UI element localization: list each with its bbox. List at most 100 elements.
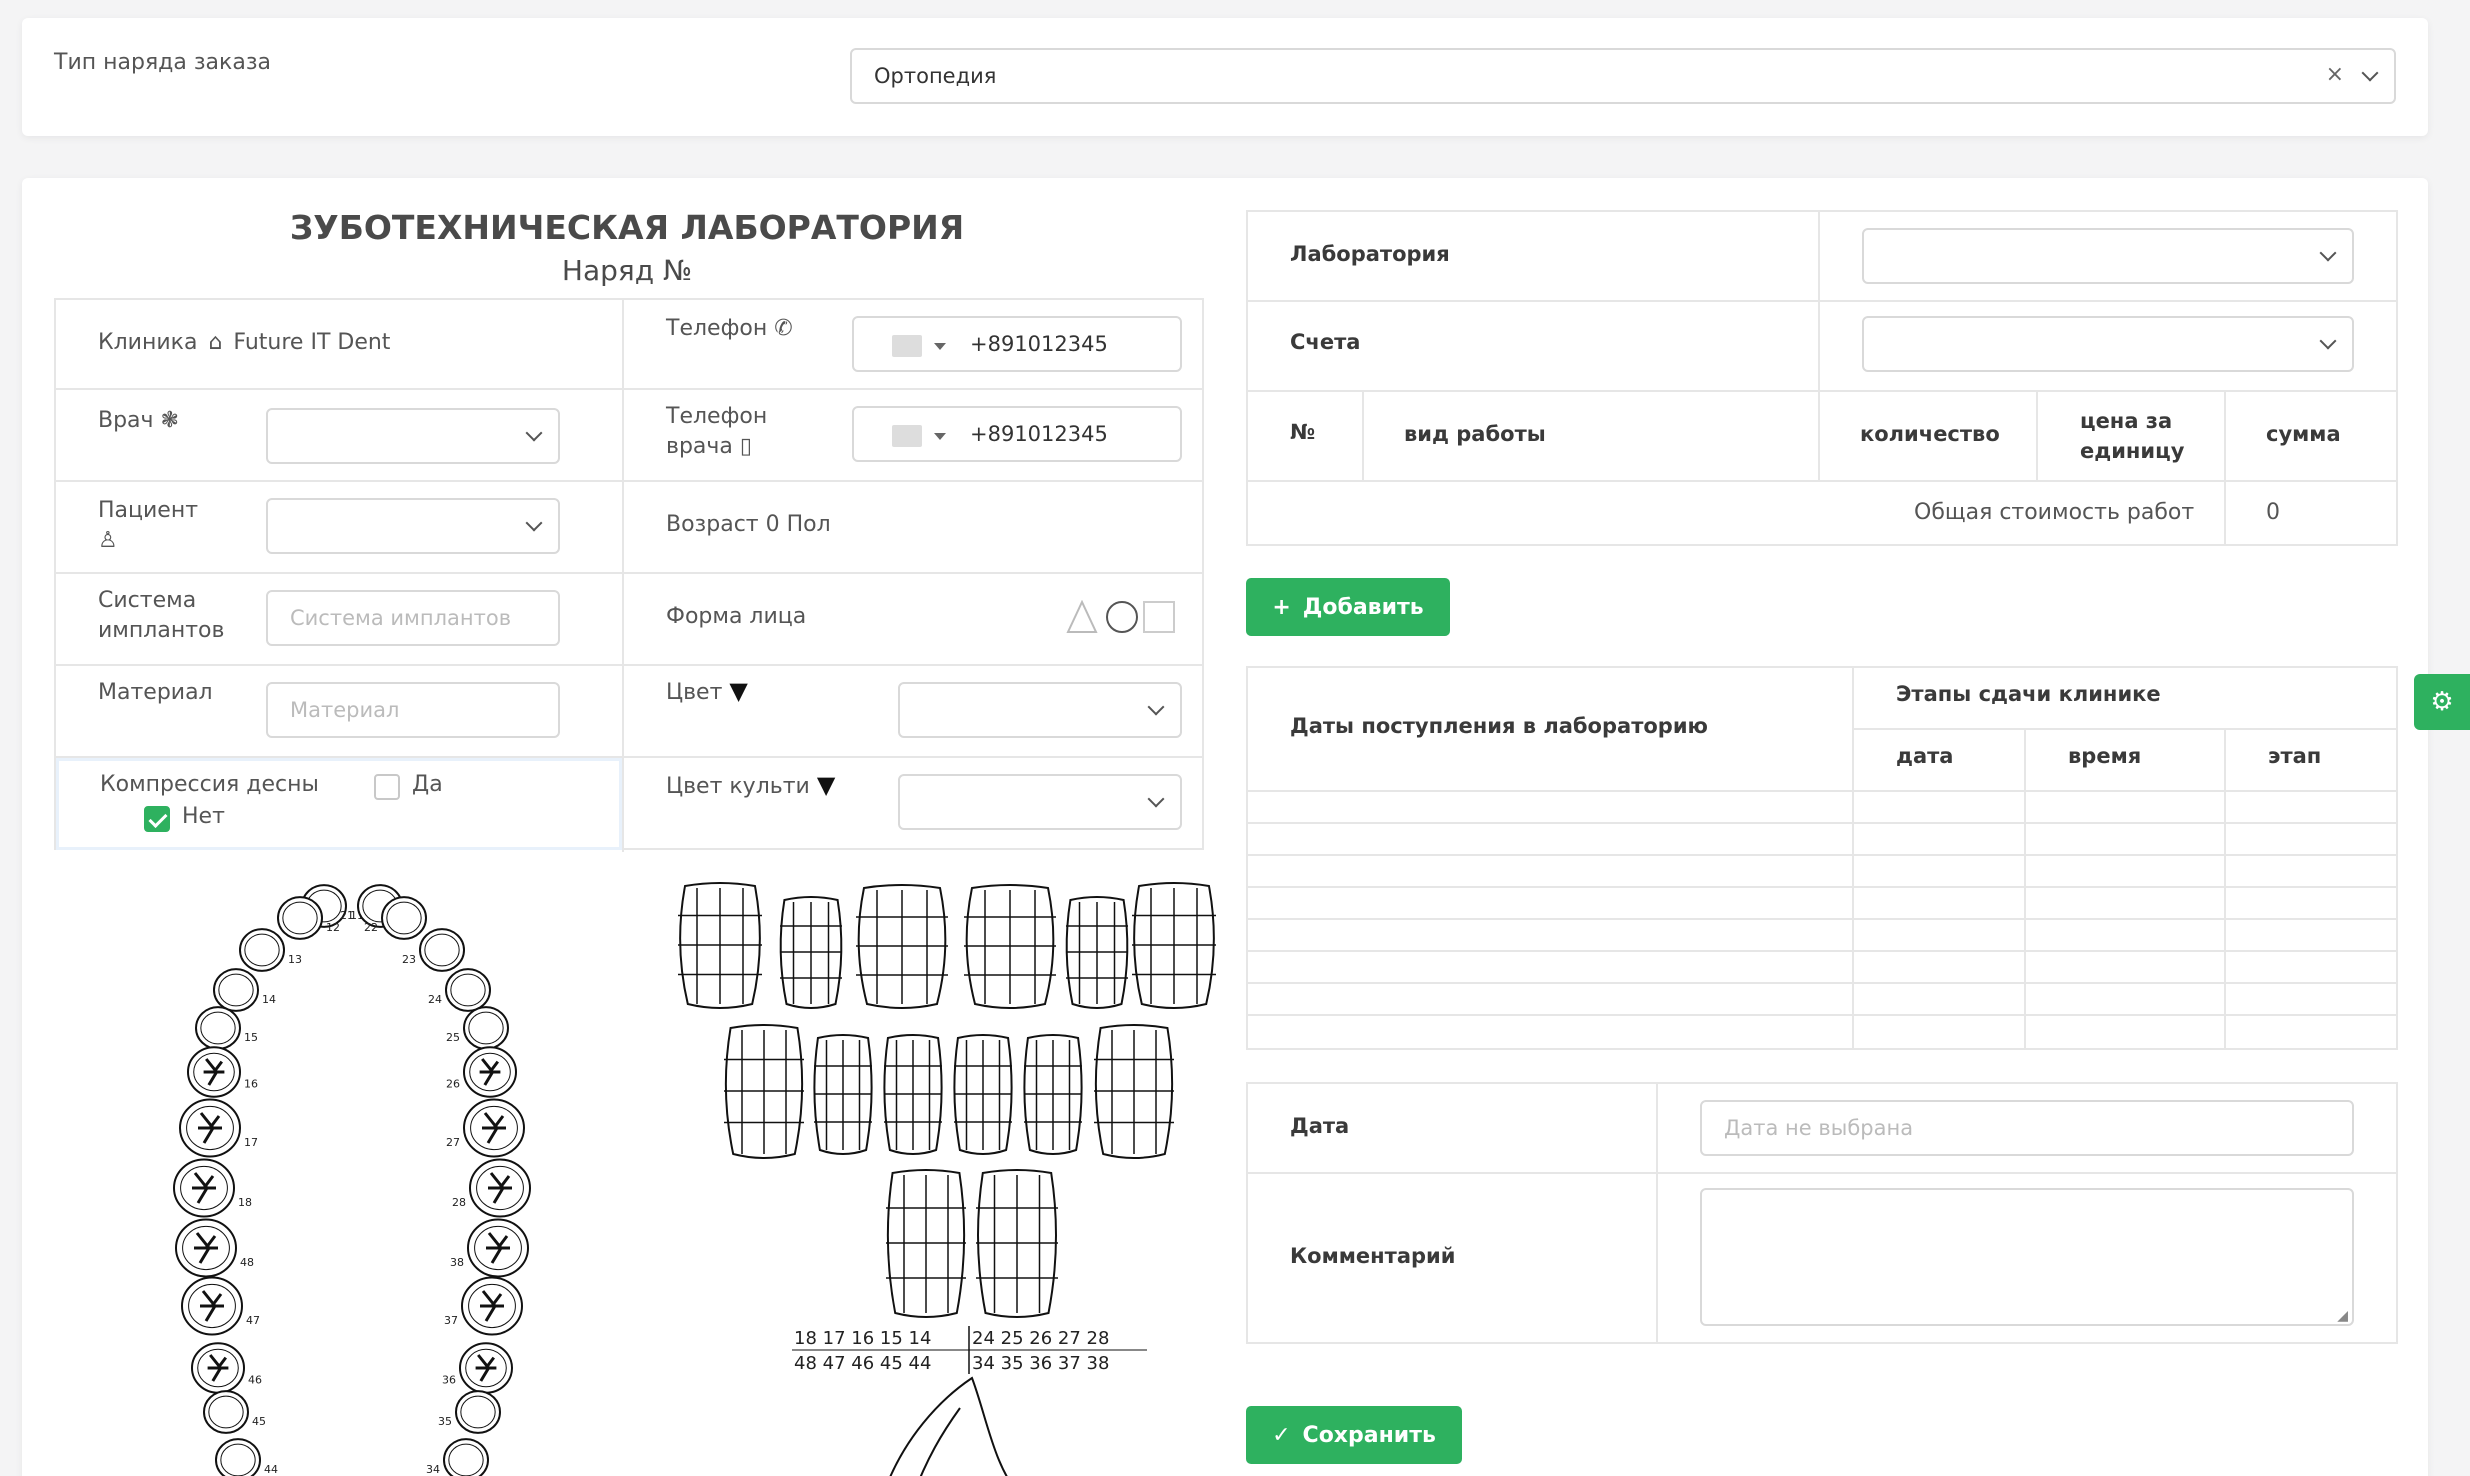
- doctor-phone-input[interactable]: +891012345: [852, 406, 1182, 462]
- check-icon: ✓: [1272, 1422, 1291, 1448]
- stump-color-select[interactable]: [898, 774, 1182, 830]
- col-time: время: [2068, 744, 2142, 768]
- no-checkbox[interactable]: [144, 806, 170, 832]
- col-price: цена за единицу: [2080, 406, 2184, 466]
- clear-icon[interactable]: ×: [2326, 62, 2344, 87]
- resize-handle-icon[interactable]: ◢: [2337, 1308, 2348, 1324]
- stages-header: Этапы сдачи клинике: [1896, 682, 2161, 706]
- tooth-number: 25: [446, 1031, 460, 1044]
- teeth-crown-chart: 18 17 16 15 14 24 25 26 27 28 48 47 46 4…: [642, 878, 1232, 1476]
- accounts-select[interactable]: [1862, 316, 2354, 372]
- tooth-icon: ▼: [729, 677, 748, 705]
- doctor-phone-value: +891012345: [970, 422, 1108, 446]
- yes-label: Да: [412, 772, 443, 797]
- tooth-17[interactable]: 17: [179, 1098, 258, 1158]
- date-comment-table: Дата Дата не выбрана Комментарий ◢: [1246, 1082, 2398, 1344]
- patient-label: Пациент: [98, 498, 199, 523]
- patient-info-grid: Клиника ⌂ Future IT Dent Телефон ✆ +8910…: [54, 298, 1204, 852]
- material-input[interactable]: Материал: [266, 682, 560, 738]
- tooth-46[interactable]: 46: [191, 1342, 262, 1394]
- chevron-down-icon[interactable]: [2361, 64, 2379, 82]
- implant-input[interactable]: Система имплантов: [266, 590, 560, 646]
- lab-title: ЗУБОТЕХНИЧЕСКАЯ ЛАБОРАТОРИЯ: [289, 208, 965, 247]
- tooth-number: 37: [444, 1314, 458, 1327]
- flag-icon[interactable]: [892, 425, 922, 447]
- chevron-down-icon: [2319, 244, 2337, 262]
- tooth-27[interactable]: 27: [446, 1098, 525, 1158]
- tooth-45[interactable]: 45: [203, 1390, 266, 1434]
- crown-outline: [856, 884, 948, 1009]
- tooth-number: 24: [428, 993, 442, 1006]
- tooth-38[interactable]: 38: [450, 1218, 529, 1278]
- doctor-phone-label-1: Телефон: [666, 404, 768, 429]
- patient-select[interactable]: [266, 498, 560, 554]
- mobile-icon: ▯: [739, 434, 753, 459]
- face-shapes: [1066, 599, 1176, 638]
- col-qty: количество: [1860, 422, 2000, 446]
- tooth-numbers-upper: 18 17 16 15 14: [794, 1328, 931, 1349]
- doctor-select[interactable]: [266, 408, 560, 464]
- tooth-number: 12: [326, 921, 340, 934]
- order-type-value: Ортопедия: [874, 64, 997, 88]
- caret-down-icon: [934, 433, 946, 440]
- tooth-37[interactable]: 37: [444, 1276, 523, 1336]
- tooth-number: 46: [248, 1374, 262, 1387]
- implant-label: Система имплантов: [98, 586, 224, 646]
- yes-checkbox[interactable]: [374, 774, 400, 800]
- age-gender: Возраст 0 Пол: [666, 512, 831, 537]
- tooth-48[interactable]: 48: [175, 1218, 254, 1278]
- tooth-34[interactable]: 34: [426, 1438, 489, 1476]
- tooth-16[interactable]: 16: [187, 1046, 258, 1098]
- date-input[interactable]: Дата не выбрана: [1700, 1100, 2354, 1156]
- plus-icon: +: [1272, 594, 1291, 620]
- tooth-35[interactable]: 35: [438, 1390, 501, 1434]
- no-label: Нет: [182, 804, 225, 829]
- tooth-numbers-lower-right: 34 35 36 37 38: [972, 1353, 1109, 1374]
- color-label: Цвет: [666, 680, 723, 705]
- order-type-select[interactable]: Ортопедия ×: [850, 48, 2396, 104]
- lab-accounts-table: Лаборатория Счета № вид работы количеств…: [1246, 210, 2398, 546]
- add-button[interactable]: + Добавить: [1246, 578, 1450, 636]
- tooth-number: 47: [246, 1314, 260, 1327]
- tooth-number: 21: [340, 909, 354, 922]
- clinic-label: Клиника: [98, 330, 198, 355]
- tooth-14[interactable]: 14: [213, 968, 276, 1012]
- tooth-28[interactable]: 28: [452, 1158, 531, 1218]
- tooth-36[interactable]: 36: [442, 1342, 513, 1394]
- tooth-number: 38: [450, 1256, 464, 1269]
- tooth-47[interactable]: 47: [181, 1276, 260, 1336]
- flag-icon[interactable]: [892, 335, 922, 357]
- color-select[interactable]: [898, 682, 1182, 738]
- lab-select[interactable]: [1862, 228, 2354, 284]
- save-button[interactable]: ✓ Сохранить: [1246, 1406, 1462, 1464]
- phone-label: Телефон: [666, 316, 768, 341]
- tooth-18[interactable]: 18: [173, 1158, 252, 1218]
- phone-value: +891012345: [970, 332, 1108, 356]
- comment-textarea[interactable]: ◢: [1700, 1188, 2354, 1326]
- tooth-26[interactable]: 26: [446, 1046, 517, 1098]
- tooth-15[interactable]: 15: [195, 1006, 258, 1050]
- crown-outline: [724, 1024, 804, 1159]
- chevron-down-icon: [525, 424, 543, 442]
- phone-input[interactable]: +891012345: [852, 316, 1182, 372]
- doctor-phone-label-2: врача: [666, 434, 733, 459]
- settings-tab[interactable]: ⚙: [2414, 674, 2470, 730]
- chevron-down-icon: [1147, 790, 1165, 808]
- stump-color-label-wrap: Цвет культи ▼: [666, 770, 835, 802]
- square-face-icon: [1143, 601, 1175, 633]
- crown-outline: [678, 882, 762, 1009]
- doctor-label-wrap: Врач ❃: [98, 406, 179, 436]
- total-value: 0: [2266, 500, 2280, 525]
- doctor-phone-label-wrap: Телефон врача ▯: [666, 402, 767, 462]
- tooth-25[interactable]: 25: [446, 1006, 509, 1050]
- crown-svg: 18 17 16 15 14 24 25 26 27 28 48 47 46 4…: [678, 882, 1216, 1476]
- tooth-number: 14: [262, 993, 276, 1006]
- comment-label: Комментарий: [1290, 1244, 1456, 1268]
- crown-outline: [1132, 882, 1216, 1009]
- implant-sketch: [889, 1376, 1008, 1476]
- phone-label-wrap: Телефон ✆: [666, 314, 793, 344]
- tooth-24[interactable]: 24: [428, 968, 491, 1012]
- lab-label: Лаборатория: [1290, 242, 1450, 266]
- col-date: дата: [1896, 744, 1954, 768]
- tooth-44[interactable]: 44: [215, 1438, 278, 1476]
